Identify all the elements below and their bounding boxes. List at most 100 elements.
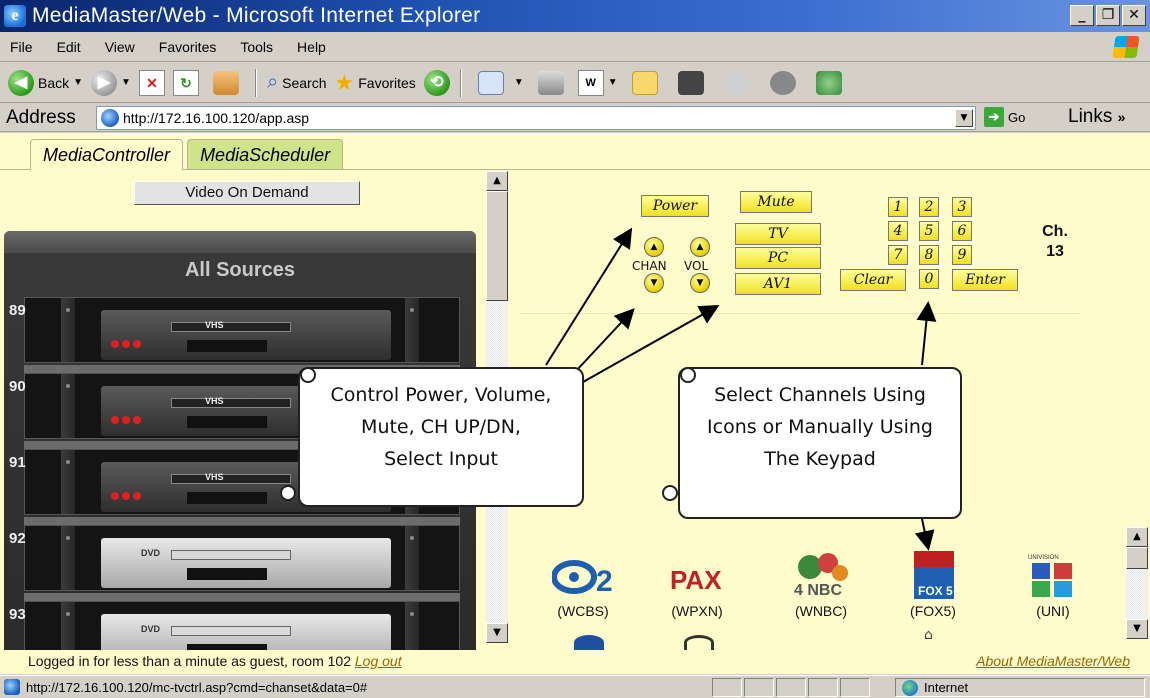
status-bar: http://172.16.100.120/mc-tvctrl.asp?cmd=… bbox=[0, 675, 1150, 698]
discuss-button[interactable] bbox=[714, 66, 760, 100]
home-button[interactable] bbox=[203, 66, 249, 100]
close-button[interactable]: ✕ bbox=[1122, 5, 1146, 26]
about-link[interactable]: About MediaMaster/Web bbox=[976, 653, 1130, 669]
standard-toolbar: ◀ Back ▼ ▶ ▼ ✕ ↻ ⌕ Search ★ Favorites ⟲ … bbox=[0, 63, 1150, 103]
edit-button[interactable]: W ▼ bbox=[574, 66, 622, 100]
history-button[interactable]: ⟲ bbox=[420, 66, 454, 100]
page-status-icon bbox=[4, 679, 20, 695]
status-url: http://172.16.100.120/mc-tvctrl.asp?cmd=… bbox=[26, 679, 368, 695]
page-footer: Logged in for less than a minute as gues… bbox=[0, 650, 1150, 674]
security-zone: Internet bbox=[895, 678, 1145, 697]
menu-file[interactable]: File bbox=[10, 39, 33, 55]
scroll-curl-icon bbox=[680, 367, 696, 383]
toolbar-separator bbox=[459, 68, 462, 97]
address-url: http://172.16.100.120/app.asp bbox=[123, 110, 310, 126]
refresh-button[interactable]: ↻ bbox=[169, 66, 203, 100]
callout-line: The Keypad bbox=[764, 448, 876, 470]
stop-button[interactable]: ✕ bbox=[135, 66, 169, 100]
forward-button[interactable]: ▶ ▼ bbox=[87, 66, 135, 100]
go-label: Go bbox=[1008, 109, 1026, 125]
scroll-down-icon[interactable]: ▼ bbox=[1126, 619, 1148, 639]
callout-controls: Control Power, Volume, Mute, CH UP/DN, S… bbox=[298, 367, 584, 507]
search-button[interactable]: ⌕ Search bbox=[263, 66, 331, 100]
mail-icon bbox=[477, 70, 504, 95]
window-title: MediaMaster/Web - Microsoft Internet Exp… bbox=[32, 4, 481, 27]
scroll-curl-icon bbox=[300, 367, 316, 383]
callout-line: Select Input bbox=[384, 448, 498, 470]
back-label: Back bbox=[38, 74, 70, 91]
minimize-button[interactable]: _ bbox=[1070, 5, 1094, 26]
edit-dropdown-icon[interactable]: ▼ bbox=[608, 77, 618, 88]
scroll-thumb[interactable] bbox=[1126, 547, 1148, 569]
back-dropdown-icon[interactable]: ▼ bbox=[73, 77, 83, 88]
channel-caption: (FOX5) bbox=[910, 603, 956, 619]
address-dropdown-icon[interactable]: ▼ bbox=[955, 109, 973, 127]
callout-line: Mute, CH UP/DN, bbox=[361, 416, 521, 438]
tab-mediacontroller[interactable]: MediaController bbox=[30, 139, 184, 170]
media-icon bbox=[677, 70, 704, 95]
word-edit-icon: W bbox=[577, 69, 604, 96]
channel-caption: (WPXN) bbox=[671, 603, 723, 619]
login-status-text: Logged in for less than a minute as gues… bbox=[28, 653, 351, 669]
cbs-logo-icon[interactable]: 2 bbox=[551, 557, 624, 598]
callout-channels: Select Channels Using Icons or Manually … bbox=[678, 367, 962, 519]
window-controls: _ ❐ ✕ bbox=[1070, 5, 1146, 26]
forward-arrow-icon: ▶ bbox=[91, 69, 118, 96]
messenger-button[interactable] bbox=[760, 66, 806, 100]
menu-tools[interactable]: Tools bbox=[240, 39, 273, 55]
internet-globe-icon bbox=[902, 679, 918, 696]
back-arrow-icon: ◀ bbox=[8, 69, 34, 96]
login-status: Logged in for less than a minute as gues… bbox=[28, 653, 402, 669]
channel-caption: (UNI) bbox=[1036, 603, 1070, 619]
cbs-logo-text: 2 bbox=[596, 565, 613, 597]
channel-logo-icon[interactable]: ⌂ bbox=[924, 627, 944, 647]
channel-caption: (WNBC) bbox=[794, 603, 848, 619]
title-bar: e MediaMaster/Web - Microsoft Internet E… bbox=[0, 0, 1150, 32]
menu-favorites[interactable]: Favorites bbox=[159, 39, 217, 55]
mail-button[interactable]: ▼ bbox=[468, 66, 528, 100]
scroll-curl-icon bbox=[662, 485, 678, 501]
restore-button[interactable]: ❐ bbox=[1096, 5, 1120, 26]
home-icon bbox=[212, 70, 239, 95]
menu-help[interactable]: Help bbox=[297, 39, 326, 55]
print-icon bbox=[537, 70, 564, 95]
history-icon: ⟲ bbox=[423, 69, 450, 96]
favorites-star-icon: ★ bbox=[334, 69, 355, 95]
contacts-icon bbox=[815, 70, 842, 95]
channels-scrollbar[interactable]: ▲ ▼ bbox=[1126, 527, 1148, 639]
mail-dropdown-icon[interactable]: ▼ bbox=[514, 77, 524, 88]
folder-icon bbox=[631, 70, 658, 95]
channel-caption: (WCBS) bbox=[557, 603, 609, 619]
callout-line: Icons or Manually Using bbox=[707, 416, 933, 438]
channel-logo-icon[interactable] bbox=[574, 635, 604, 650]
pax-logo-icon[interactable]: PAX bbox=[668, 563, 742, 595]
go-button[interactable]: ➔ Go bbox=[984, 107, 1025, 127]
links-label: Links bbox=[1068, 106, 1113, 127]
menu-edit[interactable]: Edit bbox=[57, 39, 81, 55]
favorites-button[interactable]: ★ Favorites bbox=[331, 66, 420, 100]
page-viewport: MediaController MediaScheduler Video On … bbox=[0, 133, 1150, 650]
folder-button[interactable] bbox=[622, 66, 668, 100]
nbc-logo-icon[interactable]: 4 NBC bbox=[788, 549, 854, 599]
media-button[interactable] bbox=[668, 66, 714, 100]
links-button[interactable]: Links » bbox=[1068, 106, 1125, 128]
menu-view[interactable]: View bbox=[105, 39, 135, 55]
logout-link[interactable]: Log out bbox=[355, 653, 402, 669]
univision-logo-text: UNIVISION bbox=[1028, 555, 1059, 561]
scroll-up-icon[interactable]: ▲ bbox=[1126, 527, 1148, 547]
ie-app-icon: e bbox=[4, 5, 26, 27]
stop-icon: ✕ bbox=[138, 69, 165, 96]
back-button[interactable]: ◀ Back ▼ bbox=[4, 66, 87, 100]
address-label: Address bbox=[6, 106, 76, 128]
forward-dropdown-icon[interactable]: ▼ bbox=[121, 77, 131, 88]
status-panes bbox=[712, 678, 872, 697]
zone-label: Internet bbox=[924, 680, 969, 695]
contacts-button[interactable] bbox=[806, 66, 852, 100]
callout-line: Control Power, Volume, bbox=[330, 384, 552, 406]
fox5-logo-icon[interactable]: FOX 5 bbox=[914, 551, 954, 599]
print-button[interactable] bbox=[528, 66, 574, 100]
address-input[interactable]: http://172.16.100.120/app.asp ▼ bbox=[96, 106, 976, 130]
nbc-logo-text: 4 NBC bbox=[794, 582, 842, 599]
univision-logo-icon[interactable]: UNIVISION bbox=[1028, 551, 1076, 599]
channel-logo-icon[interactable] bbox=[684, 635, 714, 650]
